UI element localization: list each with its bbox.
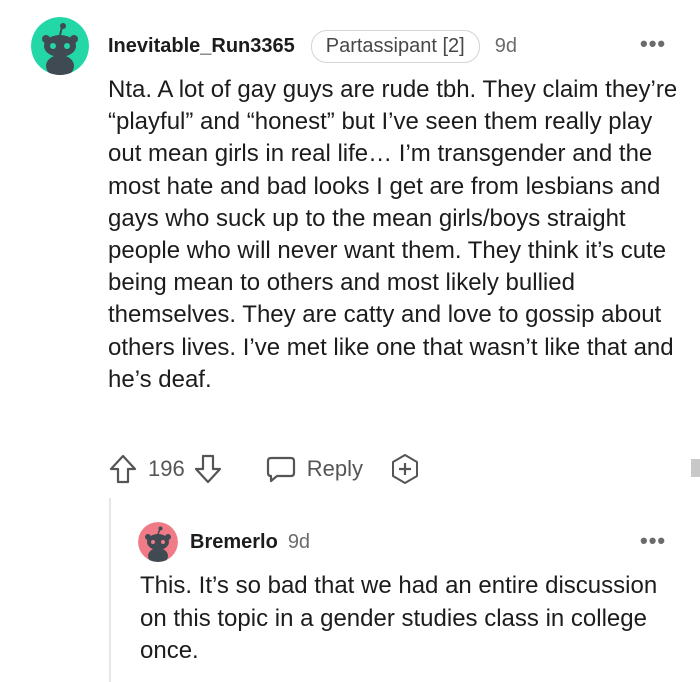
timestamp[interactable]: 9d <box>495 35 517 58</box>
reply-timestamp[interactable]: 9d <box>288 531 310 554</box>
reply-button[interactable]: Reply <box>265 454 363 484</box>
comment-header: Inevitable_Run3365 Partassipant [2] 9d <box>108 29 517 63</box>
snoo-avatar-icon <box>138 522 178 562</box>
snoo-avatar-icon <box>31 17 89 75</box>
scrollbar-thumb[interactable] <box>691 459 700 477</box>
speech-bubble-icon <box>265 454 297 484</box>
comment-action-bar: 196 Reply <box>108 452 421 486</box>
reply-body: This. It’s so bad that we had an entire … <box>140 572 658 664</box>
downvote-arrow-icon[interactable] <box>193 453 223 485</box>
add-award-icon[interactable] <box>389 453 421 485</box>
reply-username-link[interactable]: Bremerlo <box>190 531 278 554</box>
upvote-arrow-icon[interactable] <box>108 453 138 485</box>
more-options-button[interactable]: ••• <box>640 33 666 55</box>
username-link[interactable]: Inevitable_Run3365 <box>108 35 295 58</box>
reply-more-options-button[interactable]: ••• <box>640 530 666 552</box>
vote-count: 196 <box>148 456 185 481</box>
thread-line[interactable] <box>109 498 111 682</box>
reply-user-avatar[interactable] <box>138 522 178 562</box>
reply-label: Reply <box>306 456 363 481</box>
comment-body: Nta. A lot of gay guys are rude tbh. The… <box>108 76 678 393</box>
reply-header: Bremerlo 9d <box>190 528 310 556</box>
user-avatar[interactable] <box>31 17 89 75</box>
user-flair-badge: Partassipant [2] <box>310 29 480 63</box>
